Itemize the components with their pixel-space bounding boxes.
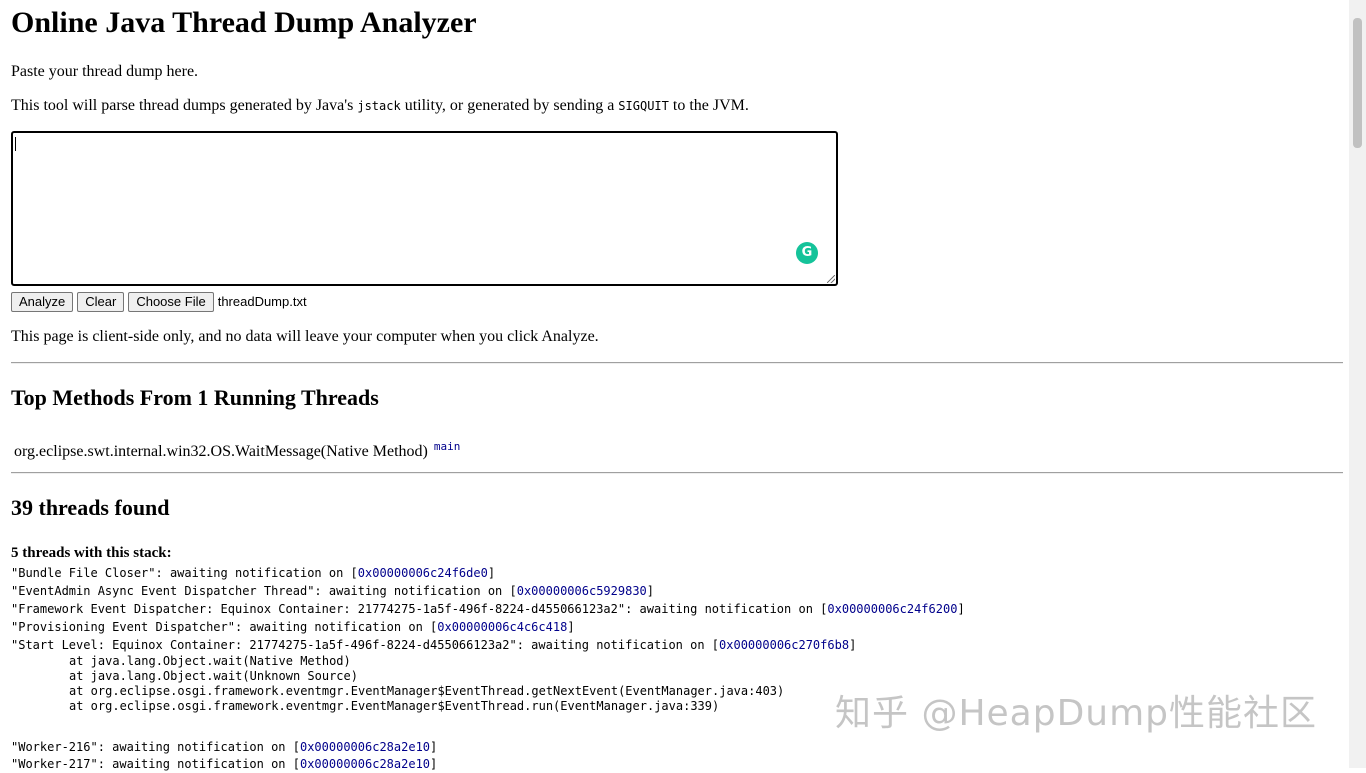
clear-button[interactable]: Clear [77,291,125,312]
thread-text-end: ] [567,620,575,634]
thread-text: "Bundle File Closer": awaiting notificat… [11,566,358,580]
grammarly-icon[interactable]: G [796,242,818,264]
selected-file-name: threadDump.txt [217,294,307,309]
description-part-1: This tool will parse thread dumps genera… [11,97,358,114]
scrollbar-thumb[interactable] [1353,18,1362,148]
thread-text-end: ] [957,602,965,616]
thread-text: "EventAdmin Async Event Dispatcher Threa… [11,584,517,598]
analyze-button[interactable]: Analyze [11,291,74,312]
thread-text-end: ] [646,584,655,598]
description-part-2: utility, or generated by sending a [400,97,619,114]
lock-address-link[interactable]: 0x00000006c270f6b8 [719,638,849,652]
thread-line: "Framework Event Dispatcher: Equinox Con… [11,600,965,618]
thread-link-main[interactable]: main [434,440,461,453]
thread-dump-textarea[interactable]: G [11,131,838,286]
thread-text: "Worker-216": awaiting notification on [ [11,740,300,754]
stack-trace: at java.lang.Object.wait(Native Method) a… [69,654,784,714]
top-methods-heading: Top Methods From 1 Running Threads [11,385,379,410]
stack-frame: at java.lang.Object.wait(Native Method) [69,654,351,668]
thread-line: "Worker-216": awaiting notification on [… [11,738,437,756]
action-row: Analyze Clear Choose File threadDump.txt [11,291,307,312]
jstack-code: jstack [357,99,401,113]
intro-text: Paste your thread dump here. [11,63,199,80]
description-part-3: to the JVM. [668,97,749,114]
thread-text: "Start Level: Equinox Container: 2177427… [11,638,720,652]
choose-file-button[interactable]: Choose File [128,291,214,312]
description-text: This tool will parse thread dumps genera… [11,97,749,115]
resize-grip-icon[interactable] [827,275,835,283]
divider [11,362,1343,364]
stack-group-heading: 5 threads with this stack: [11,545,172,561]
thread-text: "Worker-217": awaiting notification on [ [11,757,300,771]
thread-text-end: ] [430,757,438,771]
top-method-row: org.eclipse.swt.internal.win32.OS.WaitMe… [14,440,461,462]
watermark: 知乎 @HeapDump性能社区 [835,693,1318,734]
thread-text: "Framework Event Dispatcher: Equinox Con… [11,602,828,616]
thread-text: "Provisioning Event Dispatcher": awaitin… [11,620,438,634]
sigquit-code: SIGQUIT [618,99,669,113]
thread-text-end: ] [487,566,496,580]
text-caret [15,137,16,151]
lock-address-link[interactable]: 0x00000006c24f6de0 [358,566,488,580]
page-title: Online Java Thread Dump Analyzer [11,6,477,39]
stack-frame: at java.lang.Object.wait(Unknown Source) [69,669,358,683]
thread-line: "Bundle File Closer": awaiting notificat… [11,564,495,582]
thread-line: "EventAdmin Async Event Dispatcher Threa… [11,582,654,600]
lock-address-link[interactable]: 0x00000006c5929830 [517,584,647,598]
vertical-scrollbar[interactable] [1349,0,1366,768]
thread-text-end: ] [849,638,857,652]
lock-address-link[interactable]: 0x00000006c28a2e10 [300,757,430,771]
stack-frame: at org.eclipse.osgi.framework.eventmgr.E… [69,684,785,698]
thread-line: "Provisioning Event Dispatcher": awaitin… [11,618,575,636]
top-method-name: org.eclipse.swt.internal.win32.OS.WaitMe… [14,443,428,460]
privacy-note: This page is client-side only, and no da… [11,328,599,345]
lock-address-link[interactable]: 0x00000006c24f6200 [827,602,957,616]
thread-text-end: ] [430,740,438,754]
stack-frame: at org.eclipse.osgi.framework.eventmgr.E… [69,699,720,713]
lock-address-link[interactable]: 0x00000006c4c6c418 [437,620,567,634]
lock-address-link[interactable]: 0x00000006c28a2e10 [300,740,430,754]
thread-line: "Worker-217": awaiting notification on [… [11,755,437,773]
divider [11,472,1343,474]
thread-line: "Start Level: Equinox Container: 2177427… [11,636,856,654]
threads-found-heading: 39 threads found [11,495,170,520]
